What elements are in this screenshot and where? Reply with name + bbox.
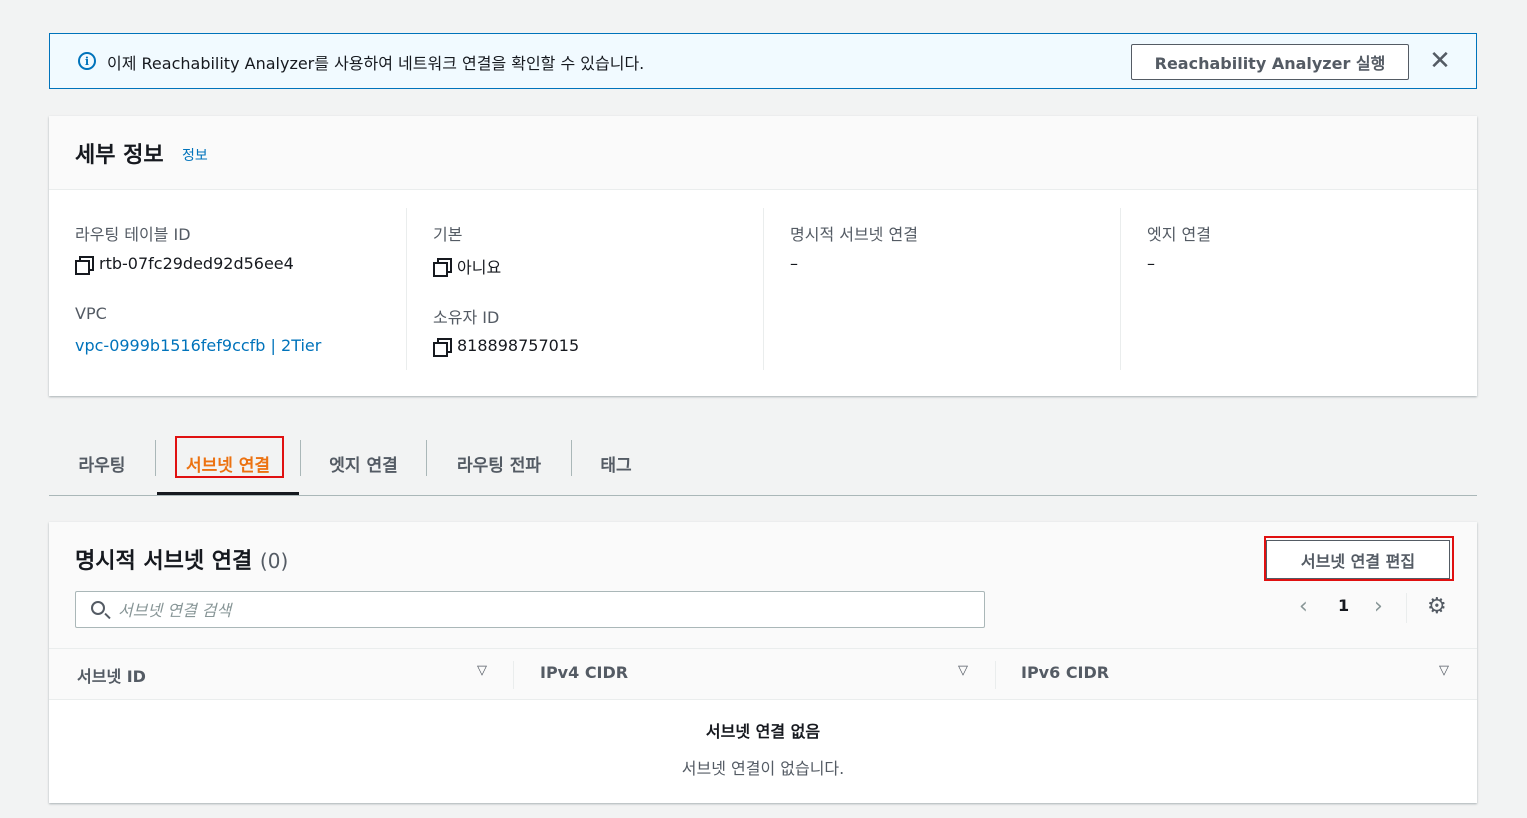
edge-assoc-value: –	[1147, 254, 1155, 273]
subnet-panel-title-text: 명시적 서브넷 연결	[75, 549, 253, 574]
sort-icon[interactable]: ▽	[1439, 663, 1449, 678]
copy-icon[interactable]	[75, 255, 94, 275]
column-header-subnet-id[interactable]: 서브넷 ID	[77, 663, 146, 687]
column-divider	[1120, 208, 1121, 370]
sort-icon[interactable]: ▽	[477, 663, 487, 678]
page-number[interactable]: 1	[1338, 596, 1349, 615]
column-divider	[406, 208, 407, 370]
route-table-id-value: rtb-07fc29ded92d56ee4	[75, 254, 294, 275]
subnet-associations-panel: 명시적 서브넷 연결 (0) 서브넷 연결 편집 ‹ 1 › ⚙ 서브넷 ID …	[49, 522, 1477, 803]
highlight-box	[1264, 536, 1454, 581]
info-icon: i	[78, 52, 96, 70]
settings-gear-icon[interactable]: ⚙	[1427, 596, 1447, 618]
copy-icon[interactable]	[433, 337, 452, 357]
owner-id-text: 818898757015	[457, 336, 580, 355]
highlight-box	[175, 436, 284, 478]
details-info-link[interactable]: 정보	[182, 145, 208, 165]
vpc-link[interactable]: vpc-0999b1516fef9ccfb | 2Tier	[75, 336, 321, 355]
route-table-id-label: 라우팅 테이블 ID	[75, 225, 191, 244]
empty-state-title: 서브넷 연결 없음	[705, 722, 821, 741]
tab-separator	[155, 440, 156, 476]
copy-icon[interactable]	[433, 258, 452, 277]
column-header-ipv6-cidr[interactable]: IPv6 CIDR	[1021, 663, 1109, 682]
search-icon	[91, 601, 105, 615]
details-header: 세부 정보 정보	[49, 116, 1477, 190]
details-title: 세부 정보	[75, 143, 164, 168]
column-divider	[763, 208, 764, 370]
subnet-panel-header	[49, 522, 1477, 648]
column-header-ipv4-cidr[interactable]: IPv4 CIDR	[540, 663, 628, 682]
owner-id-label: 소유자 ID	[433, 308, 500, 327]
details-panel: 세부 정보 정보 라우팅 테이블 ID rtb-07fc29ded92d56ee…	[49, 116, 1477, 396]
tab-route-propagation[interactable]: 라우팅 전파	[427, 432, 571, 495]
route-table-id-text: rtb-07fc29ded92d56ee4	[99, 254, 294, 273]
main-value-text: 아니요	[457, 258, 502, 277]
info-banner: i 이제 Reachability Analyzer를 사용하여 네트워크 연결…	[49, 33, 1477, 89]
vpc-label: VPC	[75, 304, 107, 323]
subnet-count: (0)	[259, 549, 289, 573]
subnet-panel-title: 명시적 서브넷 연결 (0)	[75, 543, 288, 575]
explicit-subnet-value: –	[790, 254, 798, 273]
next-page-icon[interactable]: ›	[1374, 594, 1383, 619]
owner-id-value: 818898757015	[433, 336, 580, 357]
tab-tags[interactable]: 태그	[572, 432, 660, 495]
empty-state-description: 서브넷 연결이 없습니다.	[681, 759, 845, 778]
sort-icon[interactable]: ▽	[958, 663, 968, 678]
close-icon[interactable]: ✕	[1428, 47, 1452, 75]
edge-assoc-label: 엣지 연결	[1147, 225, 1211, 244]
tab-edge-associations[interactable]: 엣지 연결	[301, 432, 426, 495]
column-separator	[513, 661, 514, 689]
run-reachability-analyzer-button[interactable]: Reachability Analyzer 실행	[1131, 44, 1409, 80]
table-header: 서브넷 ID ▽ IPv4 CIDR ▽ IPv6 CIDR ▽	[49, 648, 1477, 700]
prev-page-icon[interactable]: ‹	[1299, 594, 1308, 619]
column-separator	[995, 661, 996, 689]
active-tab-indicator	[157, 492, 299, 495]
tab-routes[interactable]: 라우팅	[49, 432, 155, 495]
main-label: 기본	[433, 225, 463, 244]
settings-separator	[1406, 593, 1407, 623]
search-box[interactable]	[75, 591, 985, 628]
main-value: 아니요	[433, 254, 501, 278]
banner-message: 이제 Reachability Analyzer를 사용하여 네트워크 연결을 …	[107, 54, 645, 73]
explicit-subnet-label: 명시적 서브넷 연결	[790, 225, 918, 244]
search-input[interactable]	[118, 596, 968, 624]
